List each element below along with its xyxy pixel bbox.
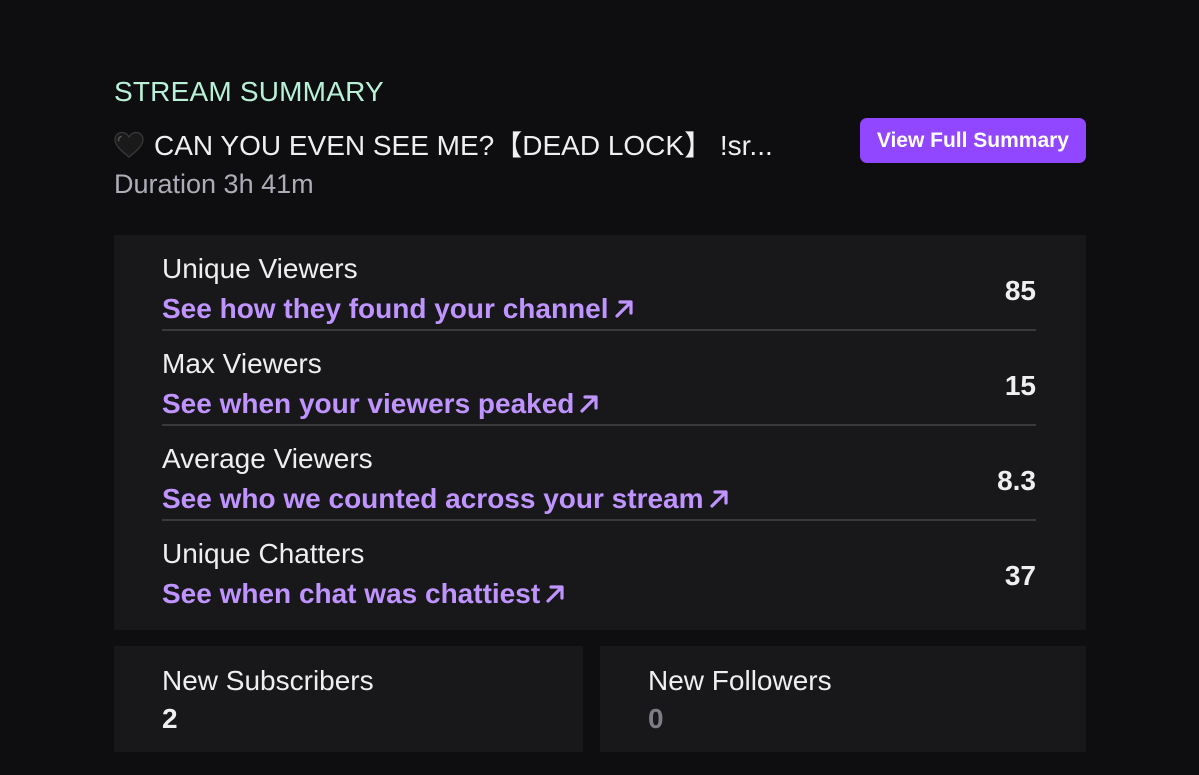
stream-title: CAN YOU EVEN SEE ME?【DEAD LOCK】 !sr... (114, 124, 773, 166)
section-eyebrow: STREAM SUMMARY (114, 76, 384, 107)
stat-value: 15 (1004, 370, 1036, 401)
title-row: CAN YOU EVEN SEE ME?【DEAD LOCK】 !sr... V… (114, 118, 1086, 164)
link-text: See when chat was chattiest (162, 578, 541, 609)
arrow-up-right-icon (708, 485, 730, 517)
link-text: See who we counted across your stream (162, 483, 704, 514)
stat-label: Unique Chatters (162, 538, 365, 569)
stream-duration: Duration 3h 41m (114, 169, 314, 199)
link-text: See how they found your channel (162, 293, 609, 324)
new-subscribers-label: New Subscribers (162, 665, 374, 696)
stat-value: 85 (1004, 275, 1036, 306)
stat-row-max-viewers: Max Viewers See when your viewers peaked… (162, 330, 1036, 426)
stat-value: 8.3 (997, 465, 1036, 496)
view-full-summary-button[interactable]: View Full Summary (859, 118, 1086, 163)
arrow-up-right-icon (613, 295, 635, 327)
new-followers-card: New Followers 0 (600, 646, 1086, 752)
stat-label: Max Viewers (162, 348, 322, 379)
arrow-up-right-icon (578, 390, 600, 422)
arrow-up-right-icon (544, 580, 566, 612)
new-followers-label: New Followers (648, 665, 832, 696)
stat-row-unique-viewers: Unique Viewers See how they found your c… (162, 235, 1036, 331)
average-viewers-link[interactable]: See who we counted across your stream (162, 483, 730, 517)
new-subscribers-card: New Subscribers 2 (114, 646, 583, 752)
stats-card: Unique Viewers See how they found your c… (114, 235, 1086, 630)
max-viewers-link[interactable]: See when your viewers peaked (162, 388, 600, 422)
new-followers-value: 0 (648, 703, 664, 734)
stat-row-average-viewers: Average Viewers See who we counted acros… (162, 425, 1036, 521)
link-text: See when your viewers peaked (162, 388, 575, 419)
stat-row-unique-chatters: Unique Chatters See when chat was chatti… (162, 520, 1036, 614)
unique-viewers-link[interactable]: See how they found your channel (162, 293, 635, 327)
new-subscribers-value: 2 (162, 703, 178, 734)
unique-chatters-link[interactable]: See when chat was chattiest (162, 578, 566, 612)
black-heart-icon (114, 131, 144, 166)
stat-value: 37 (1004, 560, 1036, 591)
stream-title-text: CAN YOU EVEN SEE ME?【DEAD LOCK】 !sr... (154, 130, 773, 161)
stat-label: Average Viewers (162, 443, 373, 474)
stat-label: Unique Viewers (162, 253, 358, 284)
